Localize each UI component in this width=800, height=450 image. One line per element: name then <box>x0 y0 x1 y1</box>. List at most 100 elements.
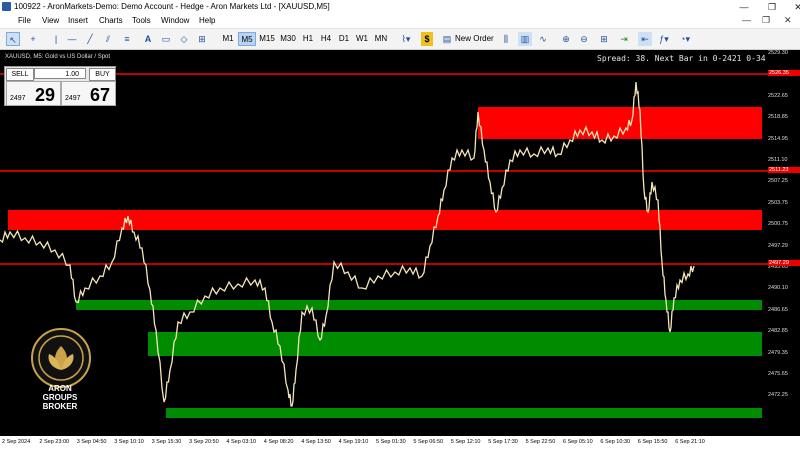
timeframe-m1[interactable]: M1 <box>220 32 236 46</box>
auto-scroll-icon[interactable]: ⇥ <box>618 32 630 46</box>
menu-bar: File View Insert Charts Tools Window Hel… <box>0 14 800 29</box>
fibonacci-icon[interactable]: ≡ <box>120 32 134 46</box>
channel-icon[interactable]: ⫽ <box>102 32 114 46</box>
price-axis-label: 2486.65 <box>768 306 788 313</box>
chart-minimize-button[interactable]: — <box>742 15 751 25</box>
time-axis-label: 4 Sep 08:20 <box>263 439 294 445</box>
price-axis-label: 2497.29 <box>768 242 788 249</box>
lot-size-input[interactable]: 1.00 <box>34 68 86 79</box>
horizontal-line-icon[interactable]: — <box>66 32 78 46</box>
shapes-icon[interactable]: ◇ <box>178 32 190 46</box>
menu-help[interactable]: Help <box>199 16 215 25</box>
tile-windows-icon[interactable]: ⊞ <box>598 32 610 46</box>
buy-button[interactable]: BUY <box>89 68 116 81</box>
timeframe-h1[interactable]: H1 <box>300 32 316 46</box>
window-title: 100922 - AronMarkets-Demo: Demo Account … <box>14 2 330 11</box>
ask-price-prefix: 2497 <box>65 95 81 102</box>
price-level-tag: 2526.35 <box>768 70 800 76</box>
broker-logo-text: ARON GROUPS BROKER <box>22 384 98 411</box>
price-level-tag: 2511.23 <box>768 167 800 173</box>
demand-zone-lower <box>166 408 762 418</box>
timeframe-m5[interactable]: M5 <box>238 32 256 46</box>
time-axis-label: 5 Sep 01:30 <box>376 439 406 445</box>
chart-canvas <box>0 73 768 418</box>
price-axis-label: 2472.25 <box>768 392 788 399</box>
timeframe-h4[interactable]: H4 <box>318 32 334 46</box>
ask-price-box[interactable]: 2497 67 <box>61 81 116 106</box>
indicators-icon[interactable]: ƒ▾ <box>657 32 671 46</box>
menu-view[interactable]: View <box>42 16 59 25</box>
toolbar: ↖ + | — ╱ ⫽ ≡ A ▭ ◇ ⊞ M1 M5 M15 M30 H1 H… <box>0 29 800 50</box>
time-axis-label: 6 Sep 21:10 <box>675 439 705 445</box>
price-axis-label: 2503.75 <box>768 199 788 206</box>
rectangle-icon[interactable]: ▭ <box>160 32 172 46</box>
bid-price-box[interactable]: 2497 29 <box>6 81 61 106</box>
time-axis-label: 4 Sep 19:10 <box>338 439 369 445</box>
new-order-icon[interactable]: ▤ <box>442 32 452 46</box>
menu-insert[interactable]: Insert <box>68 16 88 25</box>
time-axis-label: 6 Sep 10:30 <box>600 439 631 445</box>
vertical-line-icon[interactable]: | <box>50 32 62 46</box>
chart-close-button[interactable]: ✕ <box>784 15 792 26</box>
time-axis-label: 5 Sep 22:50 <box>525 439 556 445</box>
time-axis[interactable]: 2 Sep 2024 2 Sep 23:00 3 Sep 04:50 3 Sep 10… <box>0 436 800 450</box>
trendline-icon[interactable]: ╱ <box>84 32 96 46</box>
time-axis-label: 5 Sep 06:50 <box>413 439 444 445</box>
price-axis-label: 2490.10 <box>768 285 788 292</box>
line-chart-icon[interactable]: ∿ <box>537 32 549 46</box>
price-axis-label: 2475.65 <box>768 371 788 377</box>
time-axis-label: 3 Sep 10:10 <box>114 439 144 445</box>
candlestick-icon[interactable]: ▥ <box>518 32 532 46</box>
price-axis-label: 2529.30 <box>768 50 788 56</box>
price-chart[interactable]: XAUUSD, M5: Gold vs US Dollar / Spot Spr… <box>0 50 800 436</box>
time-axis-label: 3 Sep 20:50 <box>189 439 219 445</box>
price-axis-label: 2479.35 <box>768 349 788 356</box>
maximize-button[interactable]: ❐ <box>758 0 786 14</box>
cursor-icon[interactable]: ↖ <box>6 32 20 46</box>
timeframe-d1[interactable]: D1 <box>336 32 352 46</box>
time-axis-label: 3 Sep 15:30 <box>151 439 182 445</box>
price-axis-label: 2518.85 <box>768 114 788 121</box>
market-watch-icon[interactable]: $ <box>421 32 433 46</box>
timeframe-w1[interactable]: W1 <box>354 32 370 46</box>
timeframe-m30[interactable]: M30 <box>278 32 298 46</box>
crosshair-icon[interactable]: + <box>26 32 40 46</box>
minimize-button[interactable]: — <box>730 0 758 14</box>
spread-info: Spread: 38. Next Bar in 0-2421 0-34 <box>597 54 766 63</box>
zoom-out-icon[interactable]: ⊖ <box>578 32 590 46</box>
menu-file[interactable]: File <box>18 16 31 25</box>
timeframe-mn[interactable]: MN <box>372 32 390 46</box>
logo-line-1: ARON <box>48 384 72 393</box>
time-axis-label: 4 Sep 03:10 <box>226 439 257 445</box>
price-axis-label: 2482.85 <box>768 328 788 335</box>
broker-logo-icon <box>31 328 91 388</box>
price-axis-label: 2500.75 <box>768 221 788 228</box>
supply-zone-middle <box>8 210 762 230</box>
price-axis-label: 2511.10 <box>768 157 788 163</box>
menu-charts[interactable]: Charts <box>99 16 123 25</box>
grid-tool-icon[interactable]: ⊞ <box>196 32 208 46</box>
chart-shift-icon[interactable]: ⇤ <box>638 32 652 46</box>
time-axis-label: 5 Sep 17:30 <box>488 439 518 445</box>
close-button[interactable]: ✕ <box>784 0 800 14</box>
demand-zone-upper <box>76 300 762 310</box>
time-axis-label: 3 Sep 04:50 <box>76 439 107 445</box>
time-axis-label: 2 Sep 2024 <box>2 439 31 445</box>
menu-tools[interactable]: Tools <box>132 16 151 25</box>
title-bar: 100922 - AronMarkets-Demo: Demo Account … <box>0 0 800 14</box>
menu-window[interactable]: Window <box>161 16 189 25</box>
new-order-button[interactable]: New Order <box>455 32 494 46</box>
time-axis-label: 6 Sep 05:10 <box>563 439 593 445</box>
price-axis-label: 2522.65 <box>768 92 788 99</box>
chart-type-icon[interactable]: ⌇▾ <box>396 32 416 46</box>
price-axis-label: 2507.25 <box>768 178 788 185</box>
text-tool-icon[interactable]: A <box>142 32 154 46</box>
timeframe-m15[interactable]: M15 <box>258 32 276 46</box>
chart-restore-button[interactable]: ❐ <box>762 15 770 26</box>
zoom-in-icon[interactable]: ⊕ <box>560 32 572 46</box>
app-logo-icon <box>2 2 11 11</box>
sell-button[interactable]: SELL <box>6 68 34 81</box>
bar-chart-icon[interactable]: ⫼ <box>500 32 512 46</box>
templates-icon[interactable]: ◔▾ <box>676 32 694 46</box>
bid-price-pips: 29 <box>35 85 56 105</box>
